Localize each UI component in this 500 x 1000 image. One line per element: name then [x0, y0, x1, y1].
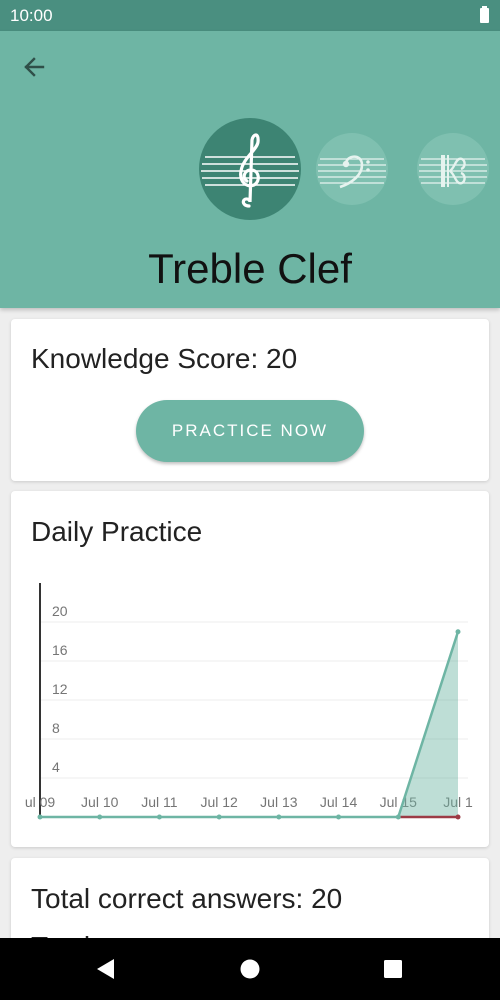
- data-point: [455, 629, 461, 635]
- daily-practice-card: Daily Practice 4 8 12 16 20 ul 09 Jul 10 Jul 11…: [11, 491, 489, 847]
- series-line: [40, 631, 460, 819]
- clef-header: Treble Clef: [0, 31, 500, 308]
- data-point: [156, 814, 162, 820]
- data-point: [395, 814, 401, 820]
- total-correct-answers: Total correct answers: 20: [31, 883, 343, 914]
- nav-home-icon: [240, 959, 260, 979]
- x-tick-label: Jul 12: [200, 794, 238, 810]
- x-tick-label: Jul 10: [81, 794, 119, 810]
- battery-icon: [480, 6, 489, 23]
- nav-recents-icon: [384, 960, 402, 978]
- y-tick-label: 4: [52, 759, 60, 775]
- knowledge-card: Knowledge Score: 20 PRACTICE NOW: [11, 319, 489, 481]
- page-title: Treble Clef: [148, 245, 352, 292]
- nav-recents-button[interactable]: [363, 938, 423, 1000]
- x-tick-label: Jul 14: [320, 794, 358, 810]
- bass-clef-icon: [318, 155, 386, 189]
- x-tick-label: ul 09: [25, 794, 56, 810]
- navigation-bar: [0, 938, 500, 1000]
- y-tick-label: 8: [52, 720, 60, 736]
- treble-clef-icon: [201, 133, 299, 208]
- data-point: [97, 814, 103, 820]
- nav-home-button[interactable]: [220, 938, 280, 1000]
- knowledge-score: Knowledge Score: 20: [31, 343, 298, 374]
- x-tick-label: Jul 11: [141, 794, 178, 810]
- daily-practice-chart: 4 8 12 16 20 ul 09 Jul 10 Jul 11 Jul 12 Jul 13 Jul…: [25, 583, 473, 820]
- nav-back-button[interactable]: [75, 938, 135, 1000]
- data-point: [37, 814, 43, 820]
- status-bar: 10:00: [0, 0, 500, 31]
- series-area: [40, 631, 458, 817]
- data-point: [336, 814, 342, 820]
- nav-back-icon: [97, 959, 114, 979]
- back-button[interactable]: [18, 51, 50, 83]
- data-point: [276, 814, 282, 820]
- y-tick-label: 12: [52, 681, 68, 697]
- data-point: [216, 814, 222, 820]
- treble-clef-selector[interactable]: [199, 118, 301, 220]
- x-tick-label: Jul 13: [260, 794, 298, 810]
- secondary-series-point: [455, 814, 461, 820]
- alto-clef-icon: [419, 155, 487, 187]
- back-arrow-icon: [24, 57, 45, 77]
- y-tick-label: 16: [52, 642, 68, 658]
- status-time: 10:00: [10, 6, 53, 25]
- practice-now-button[interactable]: PRACTICE NOW: [136, 400, 364, 462]
- y-tick-label: 20: [52, 603, 68, 619]
- bass-clef-selector[interactable]: [316, 133, 388, 205]
- alto-clef-selector[interactable]: [417, 133, 489, 205]
